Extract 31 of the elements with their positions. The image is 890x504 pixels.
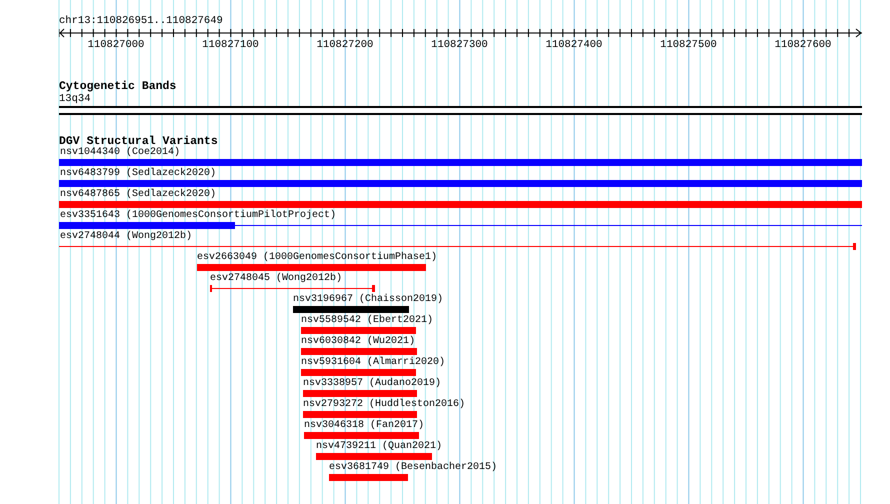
variant-label: nsv1044340 (Coe2014) xyxy=(60,147,180,159)
ruler-tick-label: 110827500 xyxy=(660,39,717,51)
band-label: 13q34 xyxy=(59,93,91,105)
ruler-tick-label: 110827400 xyxy=(546,39,602,51)
ruler-tick-label: 110827000 xyxy=(88,39,144,51)
variant-bar[interactable] xyxy=(59,222,862,229)
variant-label: nsv3046318 (Fan2017) xyxy=(304,420,424,432)
variant-line[interactable] xyxy=(210,285,375,292)
variant-line[interactable] xyxy=(59,243,856,250)
track-title: Cytogenetic Bands xyxy=(59,80,176,93)
variant-label: nsv3338957 (Audano2019) xyxy=(303,378,442,390)
variant-label: esv2663049 (1000GenomesConsortiumPhase1) xyxy=(197,252,438,264)
variant-label: esv3351643 (1000GenomesConsortiumPilotProject) xyxy=(60,210,336,222)
band-box[interactable] xyxy=(59,106,862,115)
ruler-tick-label: 110827600 xyxy=(774,39,832,51)
variant-label: nsv2793272 (Huddleston2016) xyxy=(303,399,466,411)
ruler-tick-label: 110827300 xyxy=(431,39,488,51)
variant-label: nsv6030842 (Wu2021) xyxy=(301,336,416,348)
track-title: DGV Structural Variants xyxy=(59,135,218,148)
ruler-tick-label: 110827100 xyxy=(202,39,259,51)
variant-label: nsv5931604 (Almarri2020) xyxy=(301,357,446,369)
variant-label: nsv4739211 (Quan2021) xyxy=(316,441,442,453)
variant-label: esv3681749 (Besenbacher2015) xyxy=(329,462,498,474)
variant-label: nsv6487865 (Sedlazeck2020) xyxy=(60,189,216,201)
location-label: chr13:110826951..110827649 xyxy=(59,15,223,27)
ruler-tick-label: 110827200 xyxy=(316,39,374,51)
variant-label: nsv5589542 (Ebert2021) xyxy=(301,315,434,327)
variant-label: nsv6483799 (Sedlazeck2020) xyxy=(60,168,216,180)
variant-label: esv2748044 (Wong2012b) xyxy=(60,231,192,243)
variant-label: nsv3196967 (Chaisson2019) xyxy=(293,294,444,306)
variant-label: esv2748045 (Wong2012b) xyxy=(210,273,342,285)
